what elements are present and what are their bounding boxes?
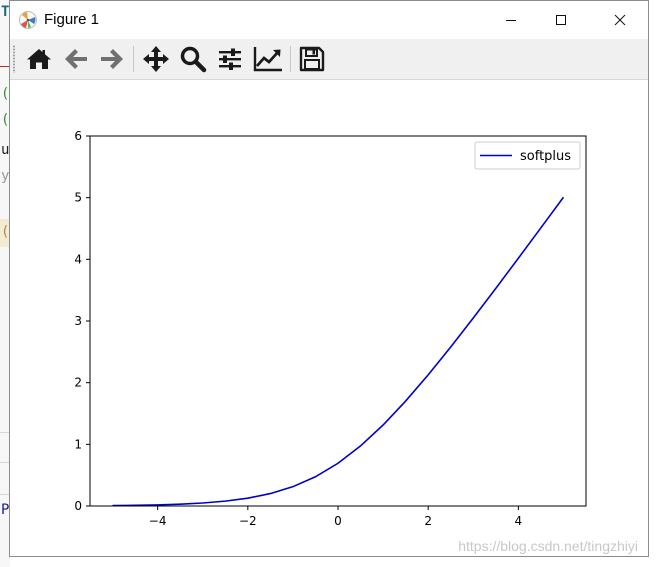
maximize-icon bbox=[556, 15, 566, 25]
zoom-button[interactable] bbox=[178, 44, 208, 74]
softplus-series-line bbox=[112, 196, 565, 507]
close-icon bbox=[614, 14, 626, 26]
close-button[interactable] bbox=[597, 1, 643, 39]
home-button[interactable] bbox=[24, 44, 54, 74]
x-tick-label: 4 bbox=[515, 514, 523, 528]
pan-button[interactable] bbox=[141, 44, 171, 74]
floppy-disk-icon bbox=[299, 46, 325, 72]
line-chart-icon bbox=[253, 47, 282, 72]
toolbar-separator bbox=[290, 46, 291, 72]
minimize-icon bbox=[506, 20, 516, 21]
y-tick-label: 6 bbox=[74, 129, 82, 143]
x-tick-label: −4 bbox=[149, 514, 167, 528]
subplots-button[interactable] bbox=[215, 44, 245, 74]
magnifier-icon bbox=[180, 46, 207, 73]
window-title: Figure 1 bbox=[44, 11, 100, 28]
figure-window: Figure 1 −4 −2 0 2 4 0 1 2 3 4 5 6 softp… bbox=[9, 0, 649, 557]
move-icon bbox=[143, 46, 169, 72]
navigation-toolbar bbox=[10, 39, 648, 80]
softplus-chart: −4 −2 0 2 4 0 1 2 3 4 5 6 softplus bbox=[74, 129, 587, 528]
y-tick-label: 2 bbox=[74, 376, 82, 390]
legend-label-softplus: softplus bbox=[520, 149, 571, 164]
sliders-icon bbox=[219, 48, 241, 70]
matplotlib-logo-icon bbox=[18, 10, 38, 30]
arrow-right-icon bbox=[101, 49, 123, 69]
home-icon bbox=[27, 49, 51, 69]
y-tick-label: 0 bbox=[74, 499, 82, 513]
maximize-button[interactable] bbox=[538, 1, 584, 39]
forward-button[interactable] bbox=[97, 44, 127, 74]
axes-button[interactable] bbox=[253, 44, 283, 74]
x-tick-label: 2 bbox=[424, 514, 432, 528]
title-bar[interactable]: Figure 1 bbox=[10, 1, 648, 39]
legend: softplus bbox=[474, 141, 581, 170]
y-tick-label: 4 bbox=[74, 252, 82, 266]
y-tick-label: 3 bbox=[74, 314, 82, 328]
save-button[interactable] bbox=[297, 44, 327, 74]
back-button[interactable] bbox=[61, 44, 91, 74]
minimize-button[interactable] bbox=[488, 1, 534, 39]
y-tick-label: 1 bbox=[74, 437, 82, 451]
y-tick-label: 5 bbox=[74, 191, 82, 205]
toolbar-grip[interactable] bbox=[13, 45, 15, 73]
x-tick-label: 0 bbox=[334, 514, 342, 528]
arrow-left-icon bbox=[65, 49, 87, 69]
watermark: https://blog.csdn.net/tingzhiyi bbox=[458, 538, 638, 554]
axes-frame bbox=[89, 135, 587, 507]
x-tick-label: −2 bbox=[239, 514, 257, 528]
figure-canvas[interactable]: −4 −2 0 2 4 0 1 2 3 4 5 6 softplus https://blog.cs… bbox=[10, 80, 648, 556]
toolbar-separator bbox=[133, 46, 134, 72]
